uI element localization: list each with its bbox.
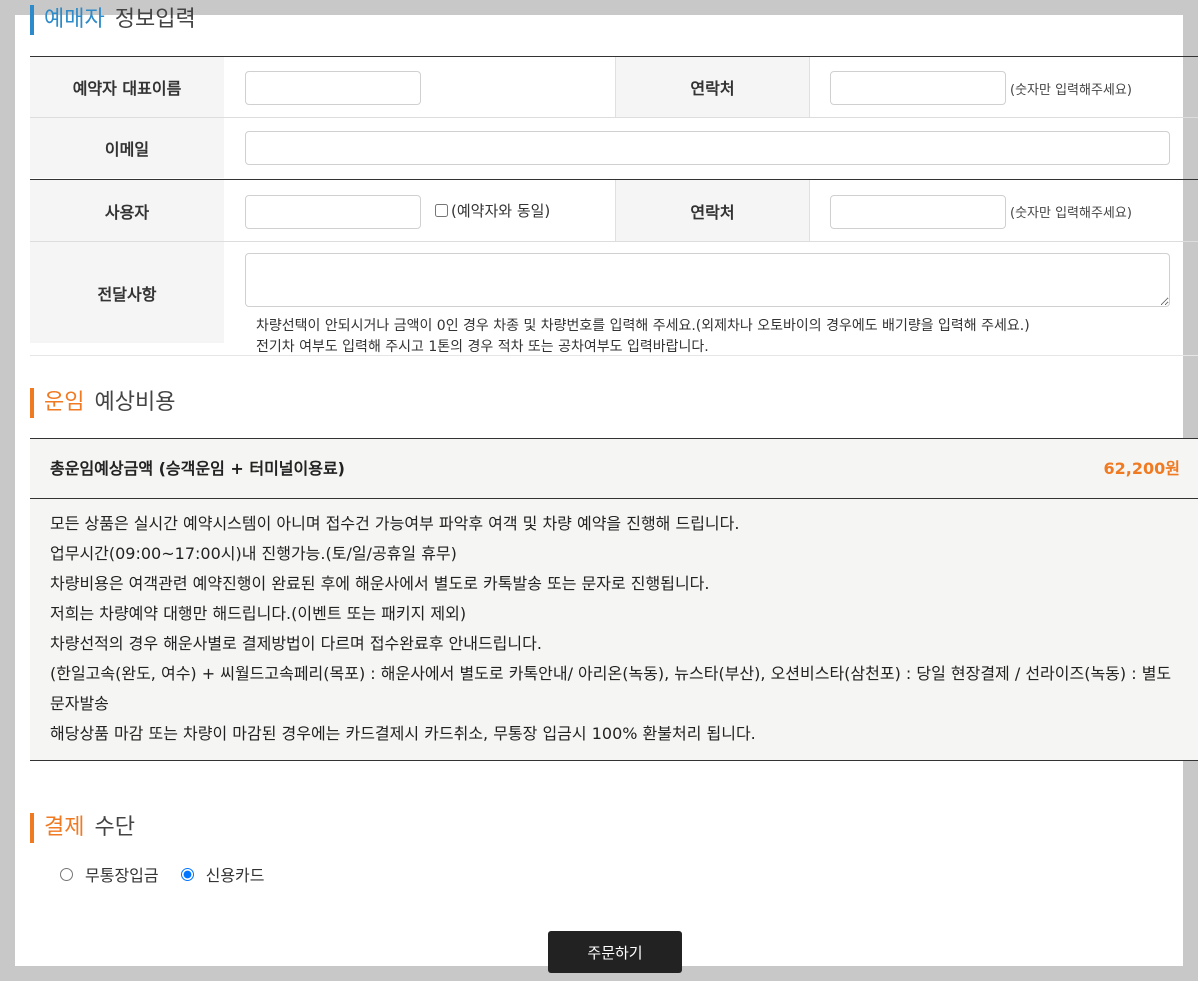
rep-phone-hint: (숫자만 입력해주세요) [1010,83,1132,98]
rep-name-input[interactable] [245,71,421,105]
section-bar [30,5,34,35]
user-label: 사용자 [30,180,224,241]
notice-line: 해당상품 마감 또는 차량이 마감된 경우에는 카드결제시 카드취소, 무통장 … [50,724,756,743]
fare-title-accent: 운임 [44,390,85,415]
message-label: 전달사항 [30,242,224,343]
rep-phone-input[interactable] [830,71,1006,105]
bank-transfer-radio[interactable] [60,867,73,881]
credit-card-radio[interactable] [180,867,194,881]
booker-section-title: 예매자 정보입력 [30,4,196,36]
fare-title-rest: 예상비용 [94,390,176,415]
order-button[interactable]: 주문하기 [548,931,682,973]
rep-row: 예약자 대표이름 연락처 (숫자만 입력해주세요) [30,57,1198,117]
total-fare-row: 총운임예상금액 (승객운임 + 터미널이용료) 62,200원 [30,438,1198,499]
message-note-1: 차량선택이 안되시거나 금액이 0인 경우 차종 및 차량번호를 입력해 주세요… [256,318,1030,334]
fare-notice-box: 모든 상품은 실시간 예약시스템이 아니며 접수건 가능여부 파악후 여객 및 … [30,499,1198,761]
booker-title-rest: 정보입력 [114,7,196,32]
booker-title-accent: 예매자 [44,7,105,32]
fare-section-title: 운임 예상비용 [30,387,175,419]
user-phone-hint: (숫자만 입력해주세요) [1010,206,1132,221]
payment-title-rest: 수단 [94,815,135,840]
table-bottom-border [30,355,1198,356]
notice-line: (한일고속(완도, 여수) + 씨월드고속페리(목포) : 해운사에서 별도로 … [50,664,1172,713]
email-label: 이메일 [30,118,224,178]
notice-line: 모든 상품은 실시간 예약시스템이 아니며 접수건 가능여부 파악후 여객 및 … [50,514,740,533]
section-bar [30,388,34,418]
user-input[interactable] [245,195,421,229]
content-area: 예매자 정보입력 예약자 대표이름 연락처 (숫자만 입력해주세요) 이메일 사용… [30,0,1198,981]
total-fare-label: 총운임예상금액 (승객운임 + 터미널이용료) [50,459,345,478]
payment-options: 무통장입금 신용카드 [60,862,287,886]
same-as-booker-box[interactable] [435,204,448,217]
email-input[interactable] [245,131,1170,165]
total-fare-value: 62,200원 [1103,459,1180,478]
booker-info-table: 예약자 대표이름 연락처 (숫자만 입력해주세요) 이메일 사용자 (예약자와 … [30,56,1198,356]
email-row: 이메일 [30,118,1198,178]
same-as-booker-checkbox[interactable]: (예약자와 동일) [435,200,550,221]
notice-line: 차량비용은 여객관련 예약진행이 완료된 후에 해운사에서 별도로 카톡발송 또… [50,574,710,593]
payment-section-title: 결제 수단 [30,812,135,844]
payment-title-accent: 결제 [44,815,85,840]
user-phone-input[interactable] [830,195,1006,229]
payment-option-credit-card[interactable]: 신용카드 [180,862,265,886]
section-bar [30,813,34,843]
payment-option-label: 신용카드 [205,866,265,885]
payment-option-bank-transfer[interactable]: 무통장입금 [60,862,159,886]
same-as-booker-label: (예약자와 동일) [451,202,551,220]
user-row: 사용자 (예약자와 동일) 연락처 (숫자만 입력해주세요) [30,180,1198,241]
rep-name-label: 예약자 대표이름 [30,57,224,117]
rep-phone-label: 연락처 [615,57,810,117]
message-textarea[interactable] [245,253,1170,307]
payment-option-label: 무통장입금 [85,866,159,885]
user-phone-label: 연락처 [615,180,810,241]
notice-line: 저희는 차량예약 대행만 해드립니다.(이벤트 또는 패키지 제외) [50,604,467,623]
message-note-2: 전기차 여부도 입력해 주시고 1톤의 경우 적차 또는 공차여부도 입력바랍니… [256,339,709,355]
notice-line: 차량선적의 경우 해운사별로 결제방법이 다르며 접수완료후 안내드립니다. [50,634,542,653]
notice-line: 업무시간(09:00~17:00시)내 진행가능.(토/일/공휴일 휴무) [50,544,457,563]
